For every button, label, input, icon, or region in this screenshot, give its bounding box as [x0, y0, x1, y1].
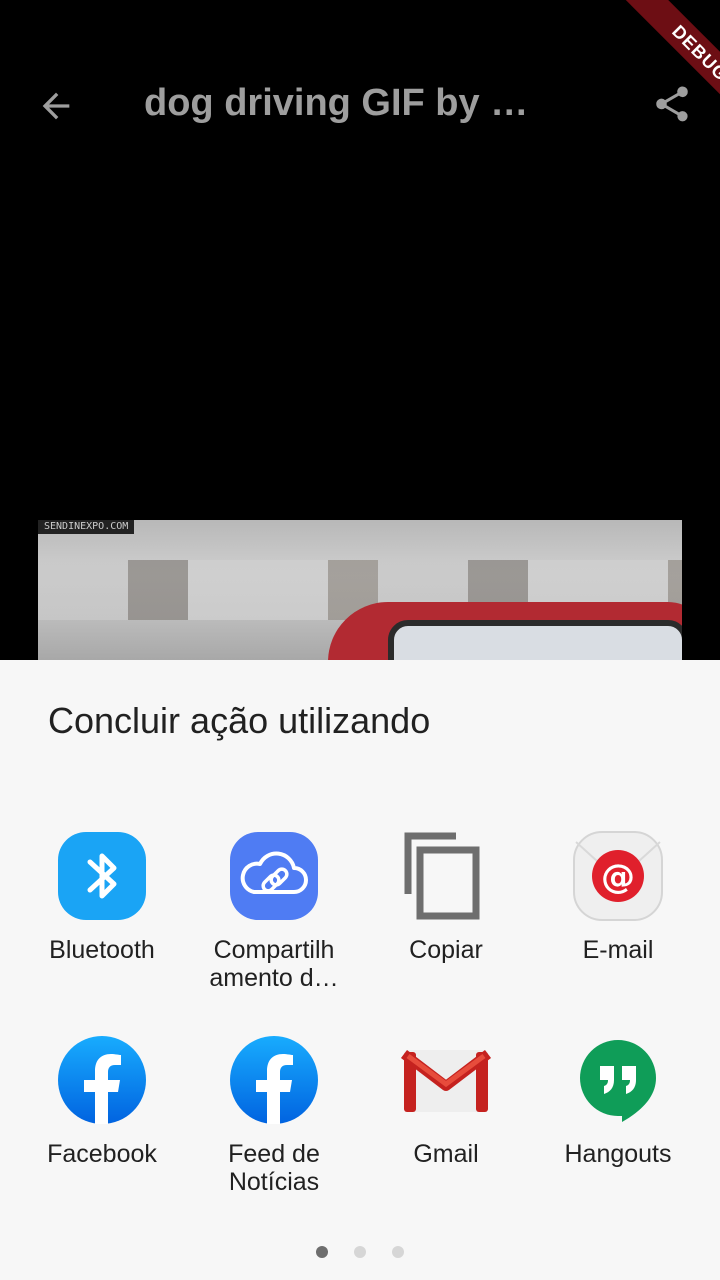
facebook-feed-icon	[228, 1034, 320, 1126]
gif-preview: SENDINEXPO.COM	[38, 520, 682, 660]
share-target-cloud-share[interactable]: Compartilh amento d…	[188, 830, 360, 992]
svg-text:@: @	[601, 857, 635, 897]
bluetooth-icon	[56, 830, 148, 922]
cloud-link-icon	[228, 830, 320, 922]
share-icon	[656, 86, 688, 122]
share-target-label: Facebook	[47, 1140, 157, 1168]
share-target-copy[interactable]: Copiar	[360, 830, 532, 964]
page-dot-3[interactable]	[392, 1246, 404, 1258]
share-target-label: Compartilh amento d…	[209, 936, 339, 992]
share-target-label: E-mail	[582, 936, 654, 964]
facebook-icon	[56, 1034, 148, 1126]
gmail-icon	[400, 1034, 492, 1126]
share-target-email[interactable]: @ E-mail	[532, 830, 704, 964]
share-sheet-title: Concluir ação utilizando	[48, 700, 431, 741]
copy-icon	[400, 830, 492, 922]
share-target-label: Copiar	[409, 936, 483, 964]
share-target-label: Feed de Notícias	[228, 1140, 320, 1196]
page-dot-1[interactable]	[316, 1246, 328, 1258]
app-bar: dog driving GIF by …	[0, 0, 720, 210]
share-sheet: Concluir ação utilizando Bluetooth Compa…	[0, 660, 720, 1280]
share-target-gmail[interactable]: Gmail	[360, 1034, 532, 1168]
share-target-bluetooth[interactable]: Bluetooth	[16, 830, 188, 964]
share-target-label: Hangouts	[564, 1140, 672, 1168]
share-button[interactable]	[642, 74, 702, 134]
hangouts-icon	[572, 1034, 664, 1126]
gif-watermark: SENDINEXPO.COM	[38, 520, 135, 534]
share-target-label: Bluetooth	[49, 936, 155, 964]
share-target-hangouts[interactable]: Hangouts	[532, 1034, 704, 1168]
back-button[interactable]	[26, 76, 86, 136]
share-target-label: Gmail	[413, 1140, 479, 1168]
page-indicator	[0, 1246, 720, 1262]
share-target-facebook[interactable]: Facebook	[16, 1034, 188, 1168]
page-title: dog driving GIF by …	[144, 82, 529, 124]
page-dot-2[interactable]	[354, 1246, 366, 1258]
email-at-icon: @	[572, 830, 664, 922]
share-target-facebook-feed[interactable]: Feed de Notícias	[188, 1034, 360, 1196]
arrow-back-icon	[42, 92, 70, 120]
